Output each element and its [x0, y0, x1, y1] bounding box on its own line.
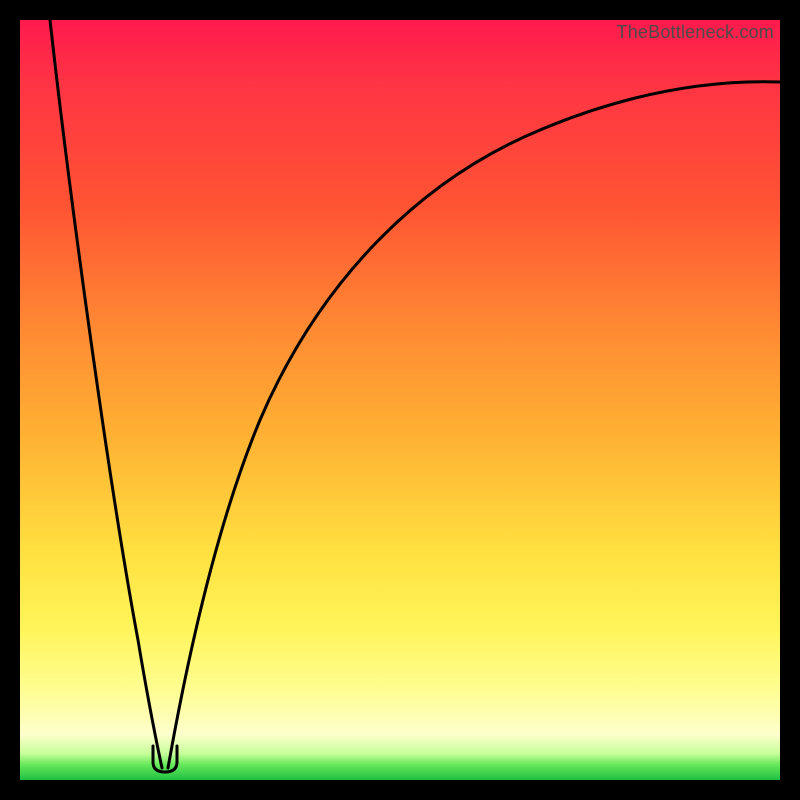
plot-frame: TheBottleneck.com	[20, 20, 780, 780]
min-marker-icon	[153, 746, 177, 772]
curve-svg	[20, 20, 780, 780]
curve-right-branch	[168, 82, 780, 768]
curve-left-branch	[50, 20, 162, 768]
